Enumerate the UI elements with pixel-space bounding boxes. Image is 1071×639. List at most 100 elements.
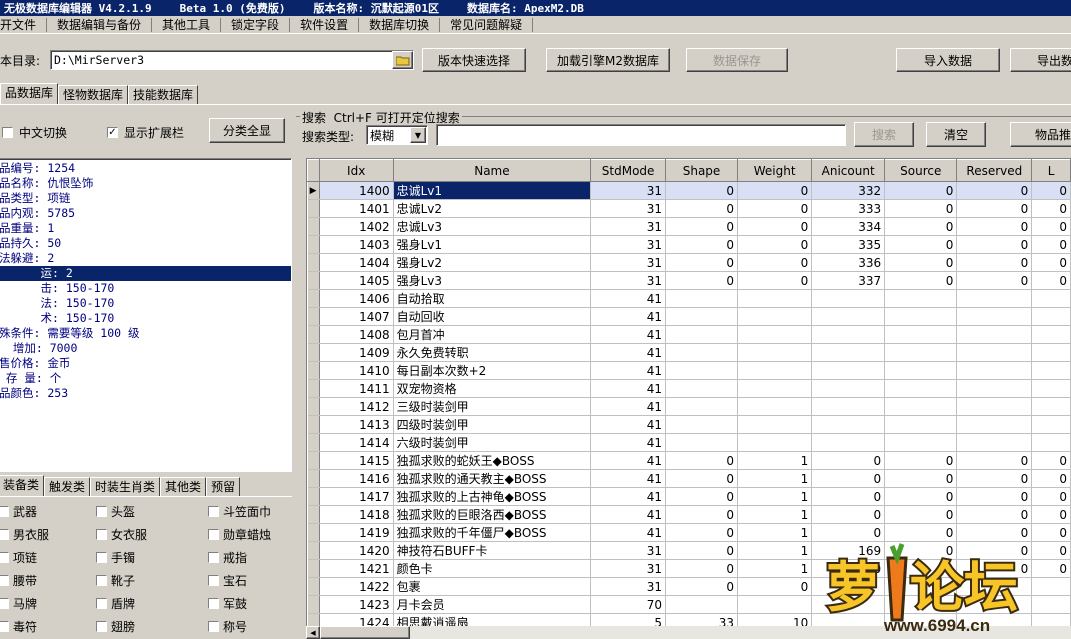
table-cell[interactable]: 永久免费转职 [393, 343, 592, 362]
table-cell[interactable]: 31 [590, 253, 666, 272]
table-cell[interactable]: 0 [665, 235, 739, 254]
table-cell[interactable]: 1404 [319, 253, 394, 272]
table-cell[interactable]: 0 [665, 523, 739, 542]
table-cell[interactable] [737, 307, 813, 326]
table-cell[interactable]: 41 [590, 325, 666, 344]
table-cell[interactable]: 颜色卡 [393, 559, 592, 578]
property-row[interactable]: 品持久: 50 [0, 236, 291, 251]
menu-item-0[interactable]: 开文件 [0, 17, 48, 32]
table-cell[interactable]: 1408 [319, 325, 394, 344]
table-cell[interactable]: 10 [737, 613, 813, 626]
table-cell[interactable] [665, 325, 739, 344]
table-cell[interactable]: 1400 [319, 181, 394, 200]
table-cell[interactable]: 1406 [319, 289, 394, 308]
scroll-left-icon[interactable]: ◀ [306, 626, 320, 639]
table-cell[interactable]: 0 [737, 217, 813, 236]
table-cell[interactable]: 0 [884, 217, 958, 236]
table-cell[interactable]: 33 [665, 613, 739, 626]
table-cell[interactable]: 1411 [319, 379, 394, 398]
category-checkbox[interactable]: 手镯 [96, 549, 208, 566]
table-cell[interactable]: 0 [956, 199, 1033, 218]
table-row[interactable]: 1409 永久免费转职 41 [307, 343, 1071, 362]
table-cell[interactable]: 337 [811, 271, 886, 290]
table-cell[interactable] [956, 415, 1033, 434]
table-cell[interactable] [1031, 397, 1071, 416]
table-cell[interactable]: 335 [811, 235, 886, 254]
table-row[interactable]: 1414 六级时装剑甲 41 [307, 433, 1071, 452]
chinese-switch-checkbox[interactable]: 中文切换 [2, 124, 67, 141]
table-cell[interactable]: 0 [665, 487, 739, 506]
table-cell[interactable] [884, 379, 958, 398]
category-tab-0[interactable]: 装备类 [0, 475, 45, 497]
table-cell[interactable]: 1 [737, 487, 813, 506]
table-cell[interactable]: 0 [1031, 199, 1071, 218]
table-cell[interactable]: 31 [590, 217, 666, 236]
table-cell[interactable]: 0 [884, 487, 958, 506]
table-cell[interactable]: 每日副本次数+2 [393, 361, 592, 380]
table-cell[interactable]: 31 [590, 559, 666, 578]
table-cell[interactable]: 0 [665, 469, 739, 488]
property-row[interactable]: 运: 2 [0, 266, 291, 281]
menu-item-6[interactable]: 常见问题解疑 [440, 17, 534, 32]
table-cell[interactable]: 0 [737, 199, 813, 218]
table-cell[interactable]: 0 [1031, 181, 1071, 200]
table-row[interactable]: 1412 三级时装剑甲 41 [307, 397, 1071, 416]
table-cell[interactable]: 41 [590, 523, 666, 542]
table-row[interactable]: 1407 自动回收 41 [307, 307, 1071, 326]
table-cell[interactable] [811, 325, 886, 344]
table-row[interactable]: 1405 强身Lv3 31 0 0 337 0 0 0 [307, 271, 1071, 290]
table-cell[interactable]: 1 [737, 469, 813, 488]
table-cell[interactable]: 1409 [319, 343, 394, 362]
table-cell[interactable]: 0 [1031, 523, 1071, 542]
table-cell[interactable] [665, 379, 739, 398]
property-row[interactable]: 品重量: 1 [0, 221, 291, 236]
table-cell[interactable]: 0 [956, 235, 1033, 254]
table-cell[interactable] [811, 379, 886, 398]
table-cell[interactable] [737, 397, 813, 416]
table-cell[interactable]: 0 [884, 253, 958, 272]
category-checkbox[interactable]: 宝石 [208, 572, 298, 589]
table-cell[interactable]: 332 [811, 181, 886, 200]
table-cell[interactable]: 31 [590, 235, 666, 254]
category-checkbox[interactable]: 盾牌 [96, 595, 208, 612]
table-cell[interactable]: 41 [590, 379, 666, 398]
table-cell[interactable]: 0 [884, 199, 958, 218]
menu-item-5[interactable]: 数据库切换 [359, 17, 441, 32]
table-cell[interactable]: 相思戴逍遥扇 [393, 613, 592, 626]
table-cell[interactable] [956, 343, 1033, 362]
table-cell[interactable]: 1402 [319, 217, 394, 236]
table-cell[interactable] [811, 361, 886, 380]
table-cell[interactable]: 独孤求败的千年僵尸◆BOSS [393, 523, 592, 542]
table-cell[interactable]: 0 [956, 253, 1033, 272]
property-row[interactable]: 品编号: 1254 [0, 161, 291, 176]
table-cell[interactable]: 41 [590, 469, 666, 488]
table-cell[interactable]: 0 [811, 469, 886, 488]
table-cell[interactable]: 0 [1031, 253, 1071, 272]
property-row[interactable]: 品类型: 项链 [0, 191, 291, 206]
table-cell[interactable]: 41 [590, 451, 666, 470]
table-cell[interactable] [665, 397, 739, 416]
table-cell[interactable] [737, 289, 813, 308]
table-cell[interactable]: 双宠物资格 [393, 379, 592, 398]
category-checkbox[interactable]: 靴子 [96, 572, 208, 589]
category-tab-1[interactable]: 触发类 [44, 477, 91, 497]
table-cell[interactable]: 三级时装剑甲 [393, 397, 592, 416]
import-data-button[interactable]: 导入数据 [896, 48, 1000, 72]
table-cell[interactable]: 自动回收 [393, 307, 592, 326]
table-cell[interactable]: 1418 [319, 505, 394, 524]
table-cell[interactable]: 自动拾取 [393, 289, 592, 308]
table-cell[interactable] [1031, 433, 1071, 452]
table-cell[interactable] [956, 307, 1033, 326]
table-cell[interactable] [811, 343, 886, 362]
table-cell[interactable]: 41 [590, 289, 666, 308]
property-row[interactable]: 击: 150-170 [0, 281, 291, 296]
table-cell[interactable]: 强身Lv1 [393, 235, 592, 254]
table-cell[interactable]: 1405 [319, 271, 394, 290]
table-cell[interactable] [811, 433, 886, 452]
menu-item-4[interactable]: 软件设置 [290, 17, 360, 32]
table-cell[interactable]: 0 [665, 559, 739, 578]
show-ext-checkbox[interactable]: ✓ 显示扩展栏 [107, 124, 184, 141]
table-cell[interactable]: 333 [811, 199, 886, 218]
table-cell[interactable]: 0 [665, 271, 739, 290]
table-cell[interactable]: 0 [665, 577, 739, 596]
